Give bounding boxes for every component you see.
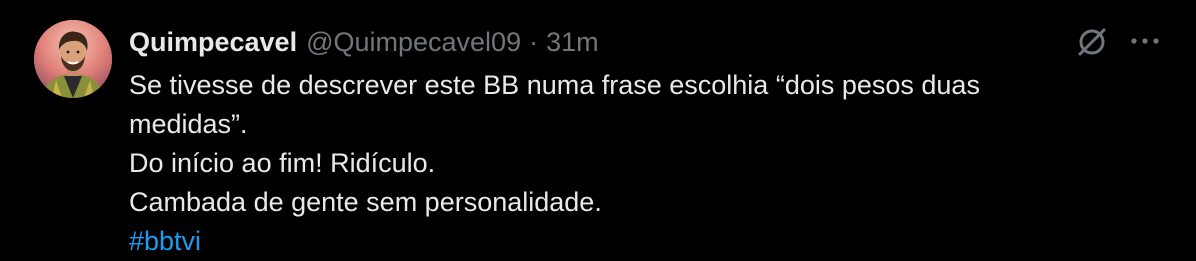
- timestamp[interactable]: 31m: [546, 27, 599, 58]
- tweet-text-line: Do início ao fim! Ridículo.: [129, 148, 436, 178]
- tweet-text-line: Cambada de gente sem personalidade.: [129, 187, 602, 217]
- hashtag-link[interactable]: #bbtvi: [129, 222, 1129, 261]
- tweet-card[interactable]: Quimpecavel @Quimpecavel09 · 31m Se tive…: [0, 0, 1196, 260]
- more-options-icon[interactable]: [1128, 31, 1162, 51]
- avatar-image: [34, 20, 112, 98]
- tweet-text-line: medidas”.: [129, 109, 248, 139]
- tweet-text: Se tivesse de descrever este BB numa fra…: [129, 66, 1129, 261]
- author-display-name[interactable]: Quimpecavel: [129, 27, 297, 58]
- tweet-text-line: Se tivesse de descrever este BB numa fra…: [129, 70, 980, 100]
- grok-icon[interactable]: [1074, 24, 1110, 60]
- author-handle[interactable]: @Quimpecavel09: [306, 27, 521, 58]
- tweet-header: Quimpecavel @Quimpecavel09 · 31m: [129, 24, 599, 60]
- separator-dot: ·: [529, 26, 539, 57]
- avatar[interactable]: [34, 20, 112, 98]
